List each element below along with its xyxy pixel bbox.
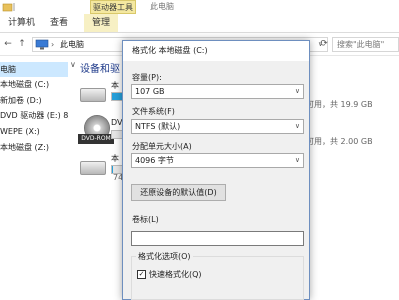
volume-label-label: 卷标(L) — [132, 215, 159, 224]
chevron-down-icon[interactable]: ∨ — [70, 60, 76, 69]
capacity-label: 容量(P): — [132, 73, 162, 82]
hard-drive-icon — [80, 88, 106, 102]
dvd-rom-label: DVD-ROM — [78, 134, 114, 144]
quick-access-toolbar[interactable] — [2, 2, 18, 12]
section-header: 设备和驱 — [80, 64, 120, 75]
up-icon[interactable]: ↑ — [16, 38, 28, 50]
allocation-unit-label: 分配单元大小(A) — [132, 142, 192, 151]
sidebar-item[interactable]: 新加卷 (D:) — [0, 93, 68, 108]
quick-format-label[interactable]: 快速格式化(Q) — [149, 269, 202, 280]
filesystem-label: 文件系统(F) — [132, 107, 175, 116]
drive-name[interactable]: 本 — [111, 80, 119, 91]
title-bar — [0, 0, 399, 14]
tab-manage[interactable]: 管理 — [84, 14, 119, 32]
filesystem-value: NTFS (默认) — [135, 122, 181, 131]
filesystem-select[interactable]: NTFS (默认) ∨ — [131, 119, 304, 134]
computer-icon — [35, 39, 49, 50]
breadcrumb[interactable]: 此电脑 — [60, 38, 84, 51]
allocation-unit-select[interactable]: 4096 字节 ∨ — [131, 153, 304, 168]
capacity-value: 107 GB — [135, 87, 165, 96]
hard-drive-icon — [80, 161, 106, 175]
drive-free-space: 可用，共 19.9 GB — [306, 100, 373, 109]
sidebar-item[interactable]: DVD 驱动器 (E:) 8 — [0, 108, 68, 123]
chevron-down-icon: ∨ — [294, 122, 300, 130]
quick-format-checkbox[interactable]: ✓ — [137, 270, 146, 279]
sidebar-item[interactable]: 电脑 — [0, 62, 68, 77]
restore-defaults-button[interactable]: 还原设备的默认值(D) — [131, 184, 226, 201]
sidebar-item[interactable]: 本地磁盘 (Z:) — [0, 140, 68, 155]
volume-label-input[interactable] — [131, 231, 304, 246]
window-title: 此电脑 — [150, 2, 174, 11]
sidebar-item[interactable]: 本地磁盘 (C:) — [0, 77, 68, 92]
refresh-icon[interactable]: ⟳ — [318, 38, 330, 50]
folder-icon — [2, 3, 15, 12]
chevron-down-icon: ∨ — [294, 156, 300, 164]
dialog-title: 格式化 本地磁盘 (C:) — [132, 46, 208, 55]
drive-name[interactable]: DV — [111, 118, 123, 127]
search-input[interactable]: 搜索"此电脑" — [332, 37, 399, 52]
drive-tools-context-tab[interactable]: 驱动器工具 — [90, 0, 136, 14]
chevron-down-icon: ∨ — [294, 87, 300, 95]
drive-free-space: 可用，共 2.00 GB — [306, 137, 373, 146]
sidebar-item[interactable]: WEPE (X:) — [0, 124, 68, 139]
drive-name[interactable]: 本 — [111, 153, 119, 164]
tab-computer[interactable]: 计算机 — [8, 14, 35, 32]
drive-usage-fill — [112, 166, 113, 173]
back-icon[interactable]: ← — [2, 38, 14, 50]
tab-view[interactable]: 查看 — [50, 14, 68, 32]
breadcrumb-separator: › — [51, 40, 55, 49]
allocation-unit-value: 4096 字节 — [135, 156, 174, 165]
capacity-select[interactable]: 107 GB ∨ — [131, 84, 304, 99]
format-options-title: 格式化选项(O) — [136, 251, 193, 262]
